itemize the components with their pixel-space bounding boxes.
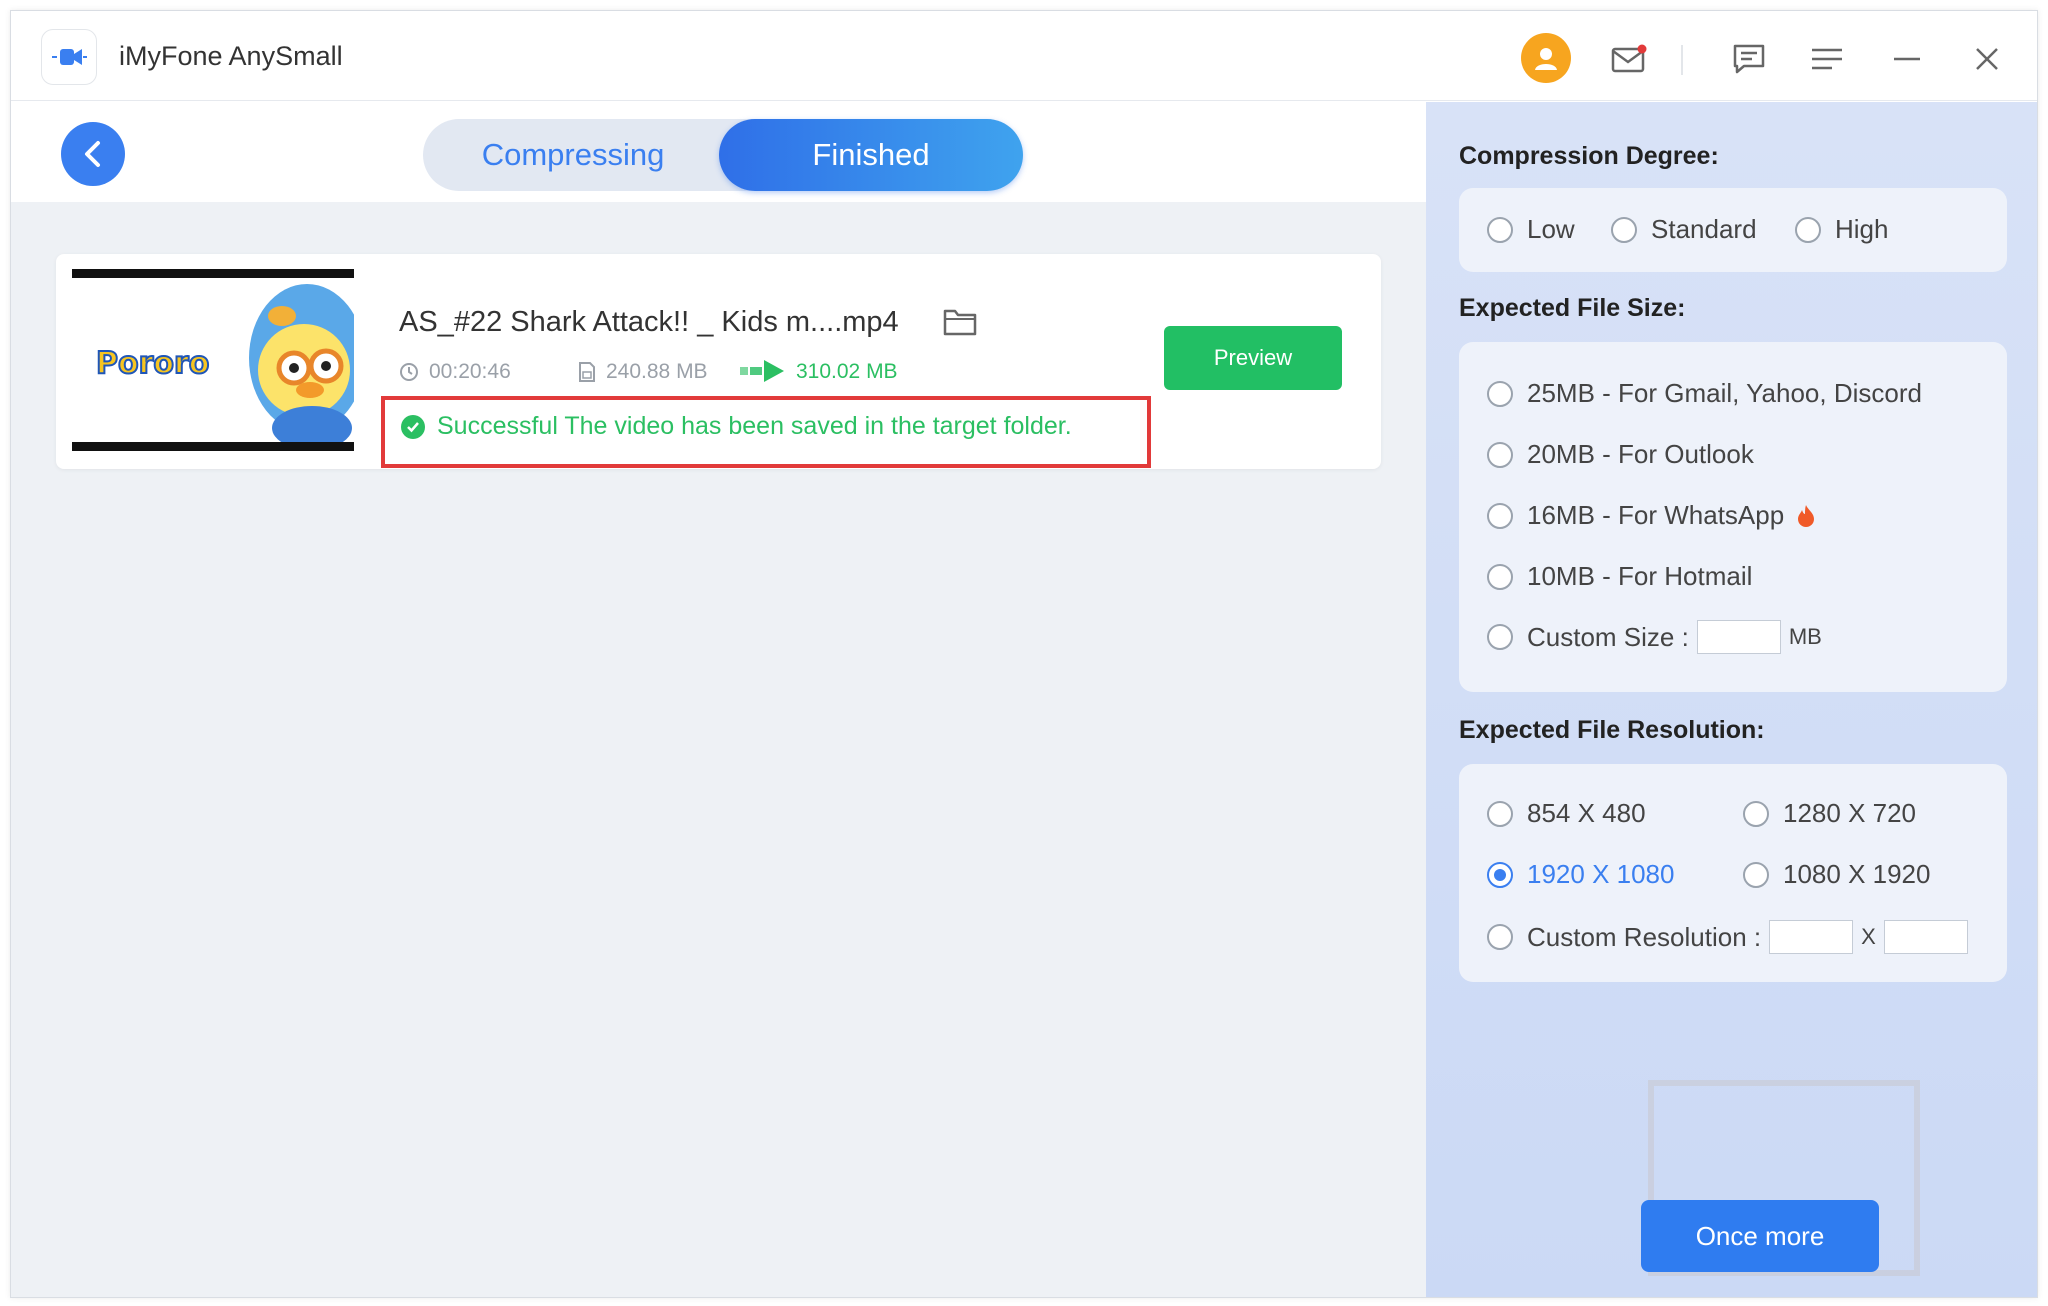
custom-size-unit: MB xyxy=(1788,624,1822,649)
preview-button[interactable]: Preview xyxy=(1164,326,1342,390)
compression-degree-panel: Low Standard High xyxy=(1459,188,2007,272)
resolution-option-854x480[interactable]: 854 X 480 xyxy=(1487,798,1646,829)
user-avatar-icon[interactable] xyxy=(1521,33,1571,83)
results-pane: Compressing Finished Pororo AS_#22 Shark… xyxy=(11,102,1426,1297)
custom-size-input[interactable] xyxy=(1696,620,1781,654)
size-label: 20MB - For Outlook xyxy=(1527,439,1754,469)
degree-option-low[interactable]: Low xyxy=(1487,214,1575,245)
size-label: 16MB - For WhatsApp xyxy=(1527,500,1785,530)
success-message: Successful The video has been saved in t… xyxy=(401,412,1072,441)
file-size-icon xyxy=(579,362,595,382)
resolution-label: 1280 X 720 xyxy=(1783,798,1917,828)
degree-label: Standard xyxy=(1651,214,1757,244)
radio-button[interactable] xyxy=(1487,861,1513,888)
radio-button[interactable] xyxy=(1487,624,1513,650)
app-window: iMyFone AnySmall Compressing Finished Po… xyxy=(10,10,2038,1298)
resolution-separator: X xyxy=(1861,924,1876,949)
status-tabs: Compressing Finished xyxy=(423,119,1023,191)
file-name: AS_#22 Shark Attack!! _ Kids m....mp4 xyxy=(399,306,899,338)
radio-button[interactable] xyxy=(1611,216,1637,243)
resolution-label: 854 X 480 xyxy=(1527,798,1646,828)
resolution-label: 1080 X 1920 xyxy=(1783,859,1931,889)
radio-button[interactable] xyxy=(1487,800,1513,827)
titlebar-divider xyxy=(1681,45,1683,75)
size-option-10mb[interactable]: 10MB - For Hotmail xyxy=(1487,561,1752,592)
thumbnail-logo-text: Pororo xyxy=(95,345,210,382)
resolution-label: 1920 X 1080 xyxy=(1527,859,1675,889)
degree-label: High xyxy=(1835,214,1889,244)
radio-button[interactable] xyxy=(1743,861,1769,888)
size-option-custom[interactable]: Custom Size : MB xyxy=(1487,620,1822,654)
radio-button[interactable] xyxy=(1487,563,1513,590)
radio-button[interactable] xyxy=(1743,800,1769,827)
app-logo-icon xyxy=(41,29,97,85)
close-icon[interactable] xyxy=(1967,39,2007,79)
back-button[interactable] xyxy=(61,122,125,186)
radio-button[interactable] xyxy=(1487,380,1513,407)
size-option-20mb[interactable]: 20MB - For Outlook xyxy=(1487,439,1754,470)
video-thumbnail[interactable]: Pororo xyxy=(72,269,354,451)
size-label: 10MB - For Hotmail xyxy=(1527,561,1753,591)
clock-icon xyxy=(400,363,418,381)
fire-icon xyxy=(1798,504,1815,527)
resolution-option-1920x1080[interactable]: 1920 X 1080 xyxy=(1487,859,1674,890)
resolution-option-custom[interactable]: Custom Resolution : X xyxy=(1487,920,1976,954)
resolution-option-1280x720[interactable]: 1280 X 720 xyxy=(1743,798,1916,829)
radio-button[interactable] xyxy=(1487,216,1513,243)
menu-icon[interactable] xyxy=(1807,39,1847,79)
compressed-size-value: 310.02 MB xyxy=(796,360,898,383)
file-card: Pororo AS_#22 Shark Attack!! _ Kids m...… xyxy=(56,254,1381,469)
feedback-icon[interactable] xyxy=(1729,39,1769,79)
expected-size-panel: 25MB - For Gmail, Yahoo, Discord 20MB - … xyxy=(1459,342,2007,692)
results-header: Compressing Finished xyxy=(11,102,1426,202)
check-circle-icon xyxy=(401,414,425,439)
mail-icon[interactable] xyxy=(1609,39,1649,79)
arrow-right-icon xyxy=(740,356,790,386)
degree-option-standard[interactable]: Standard xyxy=(1611,214,1757,245)
duration: 00:20:46 xyxy=(399,360,511,384)
duration-value: 00:20:46 xyxy=(429,360,511,383)
custom-width-input[interactable] xyxy=(1769,920,1854,954)
resolution-label: Custom Resolution : xyxy=(1527,921,1762,952)
size-option-16mb[interactable]: 16MB - For WhatsApp xyxy=(1487,500,1816,531)
folder-icon[interactable] xyxy=(942,306,978,338)
title-bar: iMyFone AnySmall xyxy=(11,11,2037,101)
compression-degree-title: Compression Degree: xyxy=(1459,142,1719,170)
degree-label: Low xyxy=(1527,214,1575,244)
tab-compressing[interactable]: Compressing xyxy=(423,119,723,191)
expected-size-title: Expected File Size: xyxy=(1459,294,1686,322)
expected-resolution-title: Expected File Resolution: xyxy=(1459,716,1765,744)
degree-option-high[interactable]: High xyxy=(1795,214,1888,245)
success-message-text: Successful The video has been saved in t… xyxy=(437,412,1072,440)
settings-pane: Compression Degree: Low Standard High Ex… xyxy=(1426,102,2037,1297)
size-label: 25MB - For Gmail, Yahoo, Discord xyxy=(1527,378,1922,408)
size-option-25mb[interactable]: 25MB - For Gmail, Yahoo, Discord xyxy=(1487,378,1922,409)
resolution-option-1080x1920[interactable]: 1080 X 1920 xyxy=(1743,859,1930,890)
minimize-icon[interactable] xyxy=(1887,39,1927,79)
radio-button[interactable] xyxy=(1487,502,1513,529)
expected-resolution-panel: 854 X 480 1280 X 720 1920 X 1080 1080 X … xyxy=(1459,764,2007,982)
radio-button[interactable] xyxy=(1487,924,1513,950)
once-more-button[interactable]: Once more xyxy=(1641,1200,1879,1272)
custom-height-input[interactable] xyxy=(1883,920,1968,954)
radio-button[interactable] xyxy=(1487,441,1513,468)
size-label: Custom Size : xyxy=(1527,621,1689,652)
original-size-value: 240.88 MB xyxy=(606,360,708,383)
app-title: iMyFone AnySmall xyxy=(119,41,343,71)
tab-finished[interactable]: Finished xyxy=(719,119,1023,191)
original-size: 240.88 MB xyxy=(578,360,708,384)
radio-button[interactable] xyxy=(1795,216,1821,243)
